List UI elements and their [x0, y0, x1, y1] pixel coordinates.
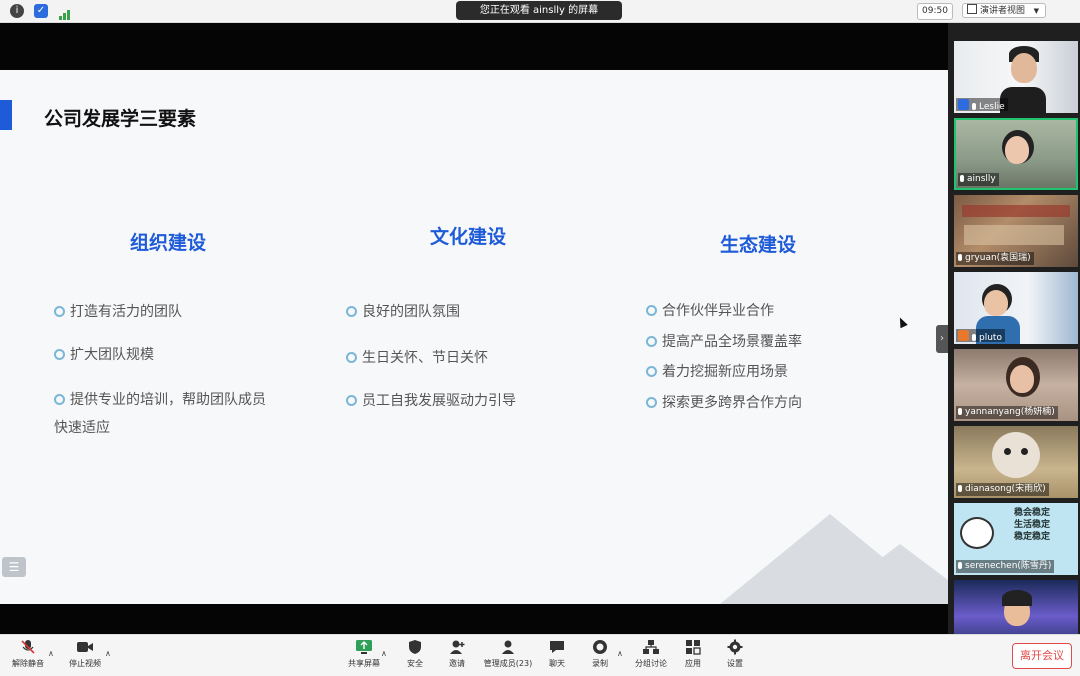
column-heading-ecosystem: 生态建设	[720, 234, 797, 256]
bullet-icon	[646, 335, 657, 347]
video-tile[interactable]: yannanyang(杨妍楠)	[954, 349, 1078, 421]
mic-icon	[958, 485, 962, 492]
mic-icon	[972, 334, 976, 341]
participants-icon	[502, 640, 514, 654]
slide-title: 公司发展学三要素	[44, 108, 197, 130]
bullet-icon	[346, 351, 357, 363]
viewing-screen-banner[interactable]: 您正在观看 ainslly 的屏幕	[456, 1, 622, 20]
column-heading-culture: 文化建设	[430, 226, 507, 248]
mic-icon	[960, 175, 964, 182]
participants-button[interactable]: 管理成员(23)	[480, 639, 536, 669]
list-item: 打造有活力的团队	[54, 298, 182, 326]
video-tile[interactable]: pluto	[954, 272, 1078, 344]
gallery-collapse-button[interactable]: ›	[936, 325, 948, 353]
list-item: 良好的团队氛围	[346, 298, 460, 326]
shield-icon[interactable]: ✓	[34, 4, 48, 18]
bullet-icon	[646, 304, 657, 316]
video-camera-icon	[77, 642, 93, 652]
video-options-chevron-icon[interactable]: ∧	[105, 649, 111, 658]
breakout-rooms-icon	[643, 640, 659, 654]
signal-icon[interactable]	[58, 5, 72, 20]
participant-name-tag: serenechen(陈雪丹)	[956, 560, 1055, 573]
host-badge-icon	[958, 99, 969, 110]
participant-face	[1010, 365, 1034, 393]
add-user-icon	[450, 640, 465, 654]
participant-face	[984, 290, 1008, 316]
participant-gallery: Leslie ainslly gryuan(袁国瑞) pluto yannany…	[948, 23, 1080, 634]
bear-sticker	[960, 517, 994, 549]
bullet-icon	[346, 305, 357, 317]
shared-slide: 公司发展学三要素 组织建设 文化建设 生态建设 打造有活力的团队 扩大团队规模 …	[0, 70, 948, 604]
meeting-clock: 09:50	[917, 3, 953, 20]
list-item-continuation: 快速适应	[54, 420, 110, 436]
settings-button[interactable]: 设置	[707, 639, 763, 669]
column-heading-organization: 组织建设	[130, 232, 207, 254]
slide-menu-button[interactable]: ☰	[2, 557, 26, 577]
participant-name-tag: pluto	[956, 329, 1005, 343]
shared-screen-letterbox-bottom	[0, 604, 948, 634]
bullet-icon	[646, 365, 657, 377]
participant-face	[1005, 136, 1029, 164]
list-item: 扩大团队规模	[54, 341, 154, 369]
share-screen-icon	[356, 640, 372, 654]
view-mode-label: 演讲者视图	[980, 6, 1026, 16]
video-tile[interactable]: 稳会稳定 生活稳定 稳定稳定 serenechen(陈雪丹)	[954, 503, 1078, 575]
list-item: 提高产品全场景覆盖率	[646, 328, 802, 356]
participant-name-tag: ainslly	[958, 173, 999, 186]
video-tile[interactable]	[954, 580, 1078, 634]
bullet-icon	[646, 396, 657, 408]
list-item: 着力挖掘新应用场景	[646, 358, 788, 386]
grid-view-icon	[967, 4, 977, 14]
mic-muted-icon	[21, 640, 35, 654]
cat-avatar	[992, 432, 1040, 478]
bullet-icon	[54, 393, 65, 405]
shield-icon	[409, 640, 421, 654]
cohost-badge-icon	[958, 330, 969, 341]
list-item: 生日关怀、节日关怀	[346, 344, 488, 372]
list-item: 探索更多跨界合作方向	[646, 389, 802, 417]
invite-button[interactable]: 邀请	[429, 639, 485, 669]
video-tile[interactable]: dianasong(宋雨欣)	[954, 426, 1078, 498]
mic-icon	[958, 562, 962, 569]
mouse-cursor-icon	[896, 315, 908, 329]
title-accent-bar	[0, 100, 12, 130]
chevron-down-icon: ▼	[1033, 7, 1039, 15]
participant-name-tag: Leslie	[956, 98, 1008, 112]
video-tile-active-speaker[interactable]: ainslly	[954, 118, 1078, 190]
share-options-chevron-icon[interactable]: ∧	[381, 649, 387, 658]
shared-screen-letterbox-top	[0, 23, 948, 70]
info-icon[interactable]: i	[10, 4, 24, 18]
chat-icon	[550, 641, 564, 653]
leave-meeting-button[interactable]: 离开会议	[1012, 643, 1072, 669]
bullet-icon	[54, 348, 65, 360]
participant-name-tag: gryuan(袁国瑞)	[956, 252, 1034, 265]
participant-name-tag: dianasong(宋雨欣)	[956, 483, 1049, 496]
meeting-top-bar: i ✓ 您正在观看 ainslly 的屏幕 09:50 演讲者视图 ▼	[0, 0, 1080, 23]
record-icon	[593, 640, 607, 654]
video-tile[interactable]: Leslie	[954, 41, 1078, 113]
bullet-icon	[54, 305, 65, 317]
participant-name-tag: yannanyang(杨妍楠)	[956, 406, 1058, 419]
gear-icon	[727, 639, 743, 655]
list-item: 员工自我发展驱动力引导	[346, 387, 516, 415]
record-options-chevron-icon[interactable]: ∧	[617, 649, 623, 658]
participant-face	[1011, 53, 1037, 83]
sticker-text: 稳会稳定 生活稳定 稳定稳定	[1014, 508, 1051, 542]
meeting-toolbar: 解除静音 ∧ 停止视频 ∧ 共享屏幕 ∧ 安全 邀请 管理成员(23) 聊天 录…	[0, 634, 1080, 676]
list-item: 合作伙伴异业合作	[646, 297, 774, 325]
list-item: 提供专业的培训，帮助团队成员	[54, 386, 266, 414]
mic-icon	[958, 408, 962, 415]
slide-decoration	[820, 544, 948, 604]
mic-icon	[958, 254, 962, 261]
video-tile[interactable]: gryuan(袁国瑞)	[954, 195, 1078, 267]
mic-icon	[972, 103, 976, 110]
apps-icon	[686, 640, 701, 655]
view-mode-dropdown[interactable]: 演讲者视图 ▼	[962, 3, 1046, 18]
unmute-options-chevron-icon[interactable]: ∧	[48, 649, 54, 658]
bullet-icon	[346, 394, 357, 406]
